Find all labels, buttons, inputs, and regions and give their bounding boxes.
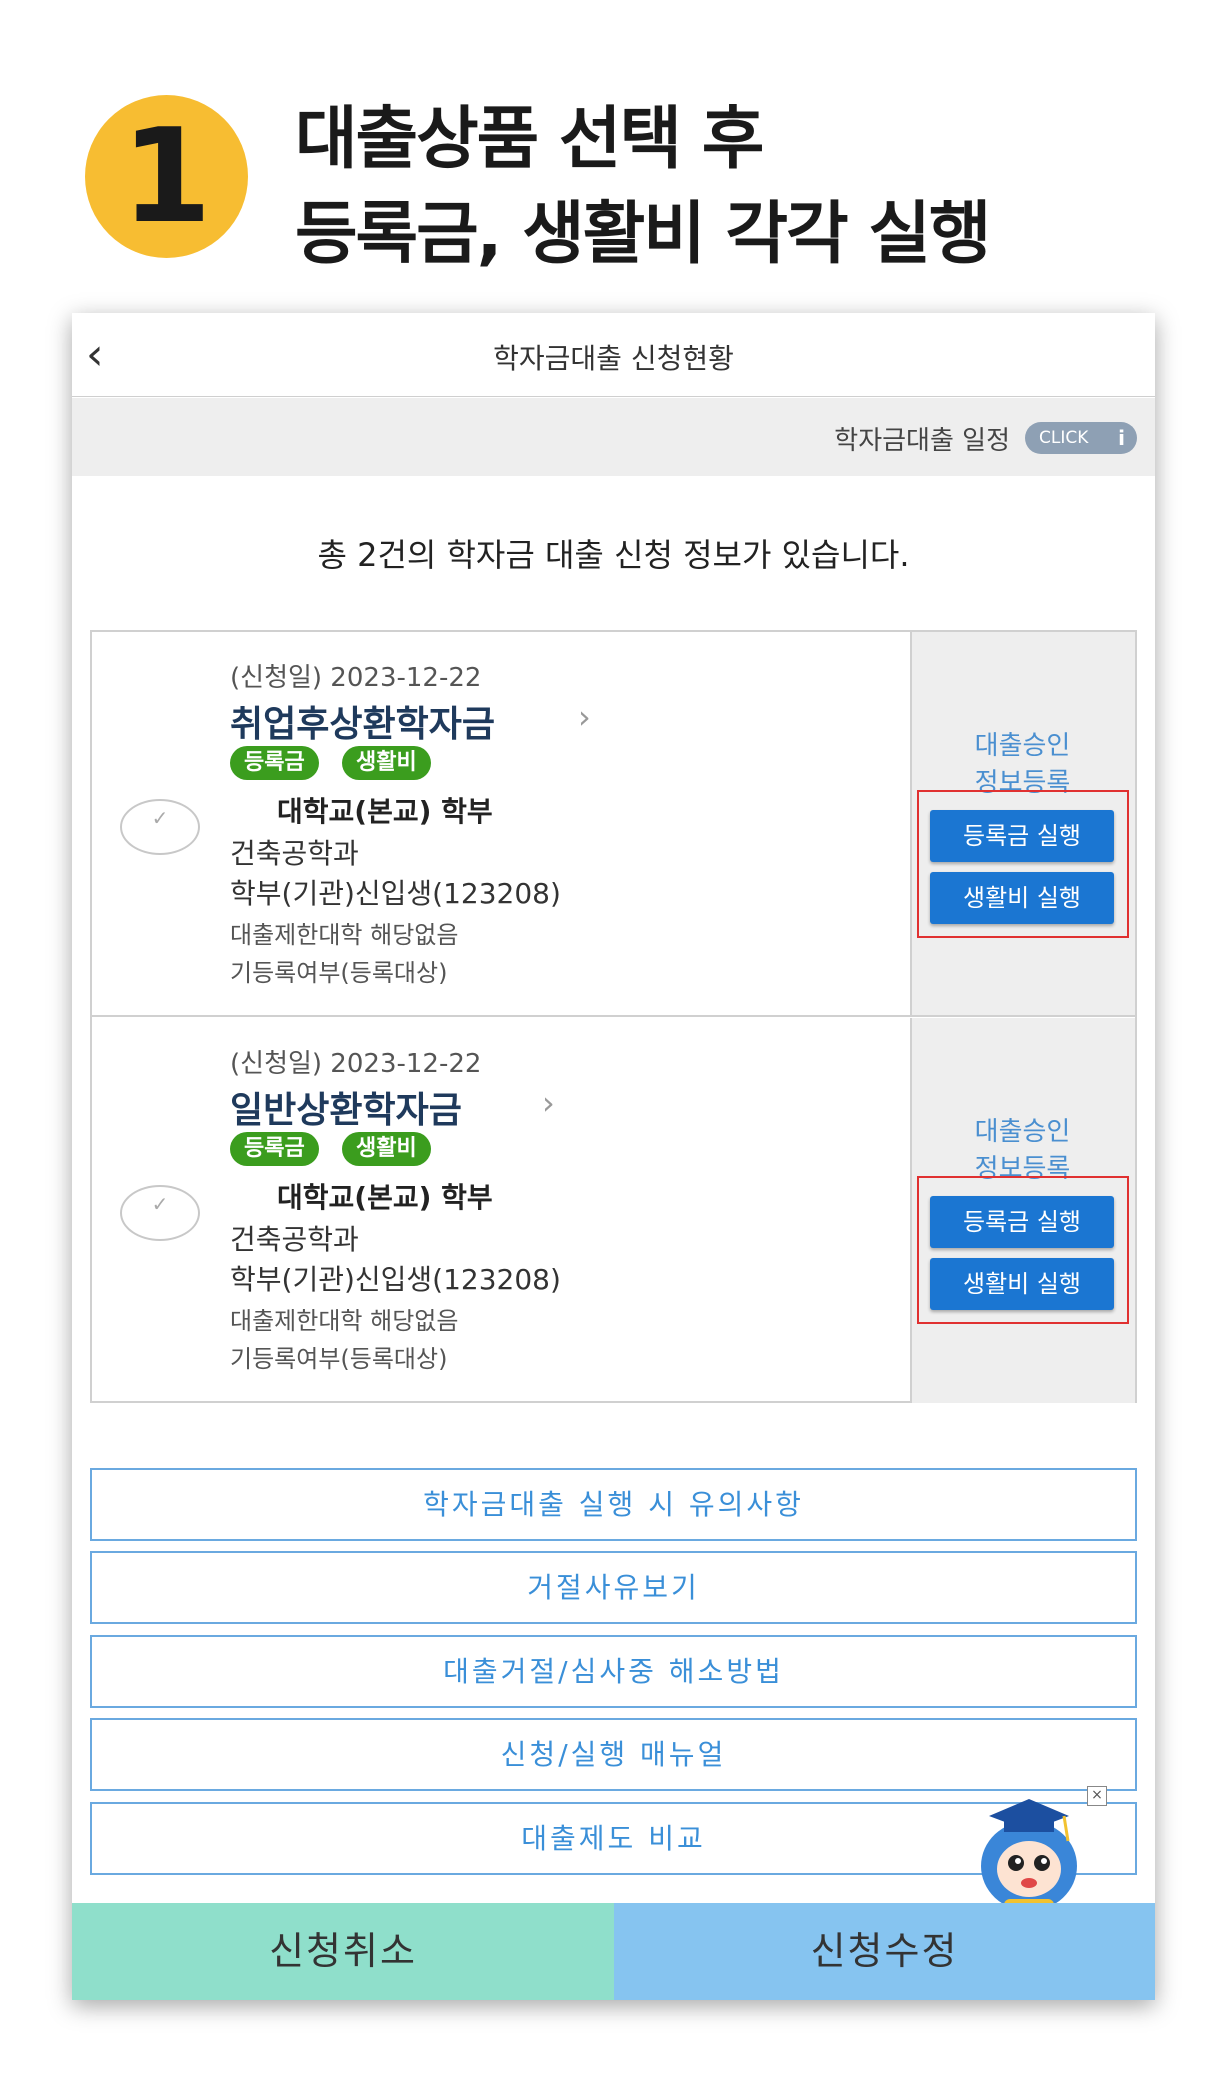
department: 건축공학과 (230, 1223, 359, 1256)
headline-line-2: 등록금, 생활비 각각 실행 (295, 195, 991, 274)
registration-status: 기등록여부(등록대상) (230, 959, 448, 987)
badge-living: 생활비 (342, 1132, 431, 1166)
resolution-method-button[interactable]: 대출거절/심사중 해소방법 (90, 1635, 1137, 1708)
apply-date: (신청일) 2023-12-22 (230, 663, 482, 693)
loan-product-link[interactable]: 일반상환학자금 (230, 1081, 462, 1133)
edit-application-button[interactable]: 신청수정 (614, 1903, 1155, 2000)
close-icon[interactable]: × (1087, 1786, 1107, 1806)
approval-label-1: 대출승인 (974, 731, 1071, 761)
restriction-status: 대출제한대학 해당없음 (230, 1307, 459, 1335)
department: 건축공학과 (230, 837, 359, 870)
page-headline: 대출상품 선택 후 등록금, 생활비 각각 실행 (295, 92, 1195, 282)
top-bar: ‹ 학자금대출 신청현황 (72, 313, 1155, 397)
chevron-right-icon[interactable]: › (578, 698, 591, 736)
schedule-label: 학자금대출 일정 (834, 426, 1010, 456)
mascot-icon[interactable] (964, 1791, 1094, 1921)
cancel-application-button[interactable]: 신청취소 (72, 1903, 614, 2000)
headline-line-1: 대출상품 선택 후 (295, 100, 764, 179)
phone-screen: ‹ 학자금대출 신청현황 학자금대출 일정 CLICK i 총 2건의 학자금 … (72, 313, 1155, 2000)
student-info: 학부(기관)신입생(123208) (230, 877, 561, 910)
chevron-right-icon[interactable]: › (542, 1084, 555, 1122)
check-icon: ✓ (151, 806, 169, 830)
execute-tuition-button[interactable]: 등록금 실행 (930, 810, 1114, 862)
student-info: 학부(기관)신입생(123208) (230, 1263, 561, 1296)
application-summary: 총 2건의 학자금 대출 신청 정보가 있습니다. (317, 536, 910, 574)
rejection-reason-button[interactable]: 거절사유보기 (90, 1551, 1137, 1624)
execute-living-button[interactable]: 생활비 실행 (930, 1258, 1114, 1310)
apply-date: (신청일) 2023-12-22 (230, 1049, 482, 1079)
university: 대학교(본교) 학부 (277, 795, 493, 828)
badge-tuition: 등록금 (230, 1132, 319, 1166)
schedule-bar: 학자금대출 일정 CLICK i (72, 398, 1155, 476)
manual-button[interactable]: 신청/실행 매뉴얼 (90, 1718, 1137, 1791)
application-card: ✓ (신청일) 2023-12-22 취업후상환학자금 › 등록금 생활비 대학… (92, 632, 1135, 1017)
info-icon: i (1118, 426, 1125, 450)
approval-label-1: 대출승인 (974, 1117, 1071, 1147)
page-title: 학자금대출 신청현황 (493, 342, 734, 375)
university: 대학교(본교) 학부 (277, 1181, 493, 1214)
badge-living: 생활비 (342, 746, 431, 780)
restriction-status: 대출제한대학 해당없음 (230, 921, 459, 949)
application-list: ✓ (신청일) 2023-12-22 취업후상환학자금 › 등록금 생활비 대학… (90, 630, 1137, 1403)
execute-tuition-button[interactable]: 등록금 실행 (930, 1196, 1114, 1248)
execute-living-button[interactable]: 생활비 실행 (930, 872, 1114, 924)
registration-status: 기등록여부(등록대상) (230, 1345, 448, 1373)
schedule-click-button[interactable]: CLICK i (1025, 422, 1137, 454)
precautions-button[interactable]: 학자금대출 실행 시 유의사항 (90, 1468, 1137, 1541)
loan-product-link[interactable]: 취업후상환학자금 (230, 695, 495, 747)
step-number: 1 (121, 100, 212, 252)
badge-tuition: 등록금 (230, 746, 319, 780)
click-label: CLICK (1039, 428, 1089, 448)
check-icon: ✓ (151, 1192, 169, 1216)
application-card: ✓ (신청일) 2023-12-22 일반상환학자금 › 등록금 생활비 대학교… (92, 1018, 1135, 1403)
